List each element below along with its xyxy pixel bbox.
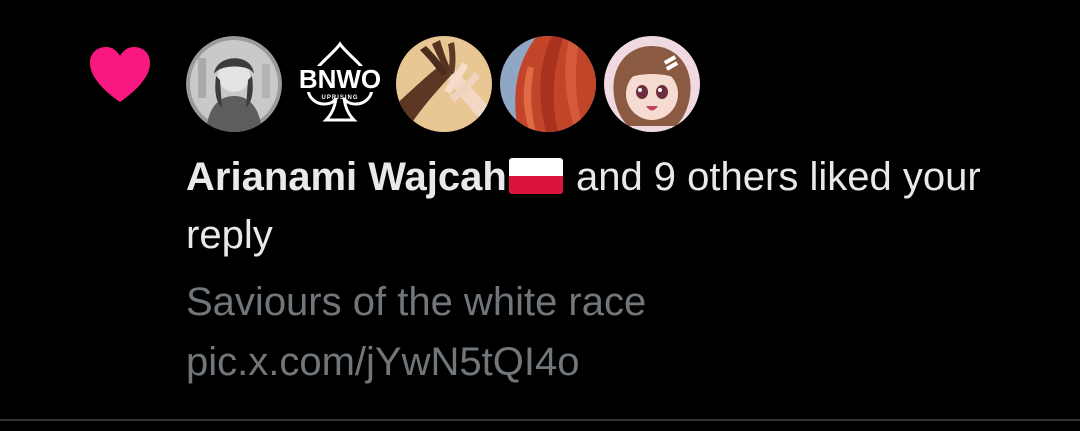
divider (0, 419, 1080, 421)
svg-text:UPRISING: UPRISING (321, 95, 358, 101)
avatar-2[interactable]: BNWO UPRISING (292, 36, 388, 132)
avatar-5[interactable] (604, 36, 700, 132)
actor-name[interactable]: Arianami Wajcah (186, 155, 507, 199)
avatar-4[interactable] (500, 36, 596, 132)
poland-flag-icon (508, 158, 563, 194)
avatar-3[interactable] (396, 36, 492, 132)
notification-summary: Arianami Wajcah and 9 others liked your … (186, 148, 1046, 264)
reply-preview[interactable]: Saviours of the white race pic.x.com/jYw… (186, 272, 1046, 392)
heart-icon (86, 44, 154, 104)
like-notification[interactable]: BNWO UPRISING Arianami Wajcah and 9 othe… (0, 0, 1080, 419)
svg-text:BNWO: BNWO (299, 64, 381, 94)
avatar-1[interactable] (186, 36, 282, 132)
